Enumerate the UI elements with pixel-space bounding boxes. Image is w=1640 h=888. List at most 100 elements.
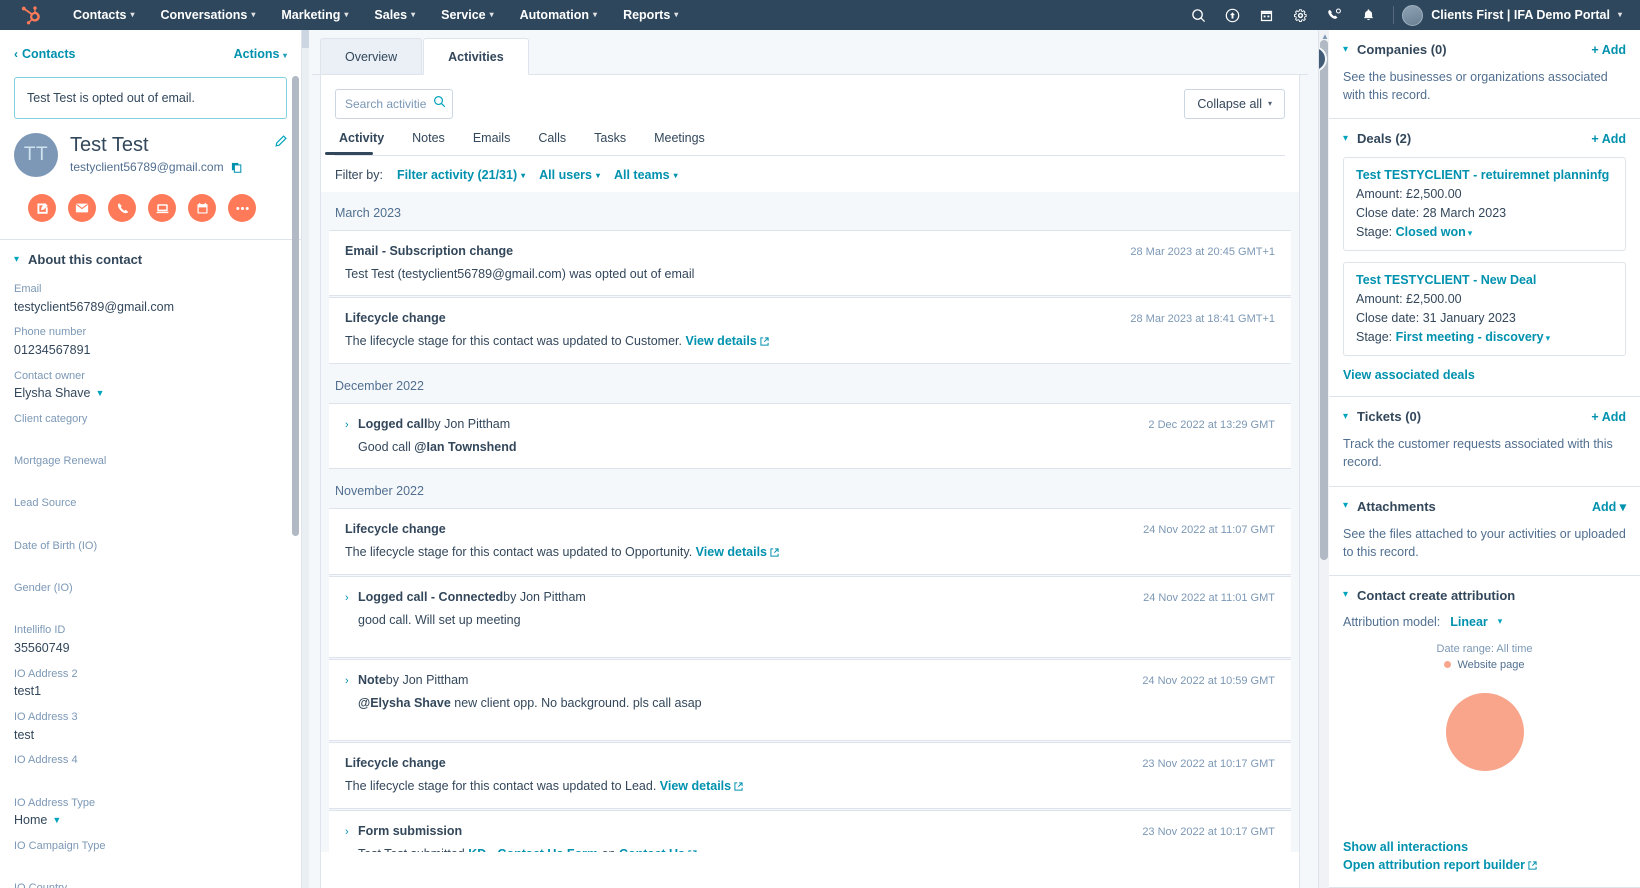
chevron-down-icon[interactable]: ▾ (1468, 228, 1473, 238)
property-value[interactable]: 01234567891 (14, 343, 287, 358)
nav-item-conversations[interactable]: Conversations ▾ (148, 0, 269, 30)
nav-item-contacts[interactable]: Contacts ▾ (60, 0, 148, 30)
activity-event[interactable]: › Logged call by Jon Pittham 2 Dec 2022 at… (329, 403, 1291, 469)
note-icon[interactable] (28, 194, 56, 222)
external-link-icon[interactable] (734, 780, 743, 794)
marketplace-icon[interactable] (1249, 0, 1283, 30)
property-value[interactable] (14, 471, 287, 485)
chevron-down-icon[interactable]: ▼ (52, 815, 61, 825)
activity-event[interactable]: Lifecycle change 24 Nov 2022 at 11:07 GMT… (329, 508, 1291, 575)
activity-event[interactable]: › Note by Jon Pittham 24 Nov 2022 at 10:59… (329, 659, 1291, 741)
property-value[interactable]: Elysha Shave ▼ (14, 386, 287, 401)
chevron-down-icon[interactable]: ▾ (1546, 333, 1551, 343)
activity-body-link[interactable]: View details (696, 545, 767, 559)
scrollbar-thumb[interactable] (302, 30, 309, 48)
back-to-contacts-link[interactable]: ‹ Contacts (14, 47, 75, 61)
search-icon[interactable] (1181, 0, 1215, 30)
deal-name-link[interactable]: Test TESTYCLIENT - New Deal (1356, 273, 1613, 287)
tab-overview[interactable]: Overview (320, 38, 423, 74)
subtab-tasks[interactable]: Tasks (580, 131, 640, 155)
nav-item-marketing[interactable]: Marketing ▾ (268, 0, 361, 30)
subtab-meetings[interactable]: Meetings (640, 131, 719, 155)
notifications-bell-icon[interactable] (1351, 0, 1385, 30)
center-scrollbar[interactable] (302, 30, 309, 888)
filter-users-dropdown[interactable]: All users ▾ (539, 168, 600, 182)
deal-card[interactable]: Test TESTYCLIENT - New Deal Amount: £2,50… (1343, 262, 1626, 357)
nav-item-service[interactable]: Service ▾ (428, 0, 507, 30)
property-value[interactable] (14, 856, 287, 870)
property-value[interactable] (14, 556, 287, 570)
more-icon[interactable] (228, 194, 256, 222)
deal-card[interactable]: Test TESTYCLIENT - retuiremnet planninfg… (1343, 157, 1626, 252)
activity-body-link[interactable]: View details (660, 779, 731, 793)
edit-contact-icon[interactable] (274, 135, 287, 153)
activity-event[interactable]: › Form submission 23 Nov 2022 at 10:17 GMT… (329, 810, 1291, 852)
settings-gear-icon[interactable] (1283, 0, 1317, 30)
card-toggle[interactable]: ▾ Tickets (0) (1343, 409, 1421, 424)
view-associated-deals-link[interactable]: View associated deals (1343, 368, 1626, 382)
deal-name-link[interactable]: Test TESTYCLIENT - retuiremnet planninfg (1356, 168, 1613, 182)
activity-body-mention[interactable]: @Ian Townshend (414, 440, 516, 454)
chevron-down-icon[interactable]: ▾ (1498, 616, 1503, 627)
subtab-notes[interactable]: Notes (398, 131, 459, 155)
collapse-all-button[interactable]: Collapse all ▾ (1184, 89, 1285, 119)
calling-icon[interactable] (1317, 0, 1351, 30)
call-icon[interactable] (108, 194, 136, 222)
activity-event[interactable]: › Logged call - Connected by Jon Pittham 2… (329, 576, 1291, 658)
nav-item-sales[interactable]: Sales ▾ (361, 0, 428, 30)
property-value[interactable]: test1 (14, 684, 287, 699)
chevron-down-icon[interactable]: ▼ (95, 388, 104, 398)
tab-activities[interactable]: Activities (423, 38, 529, 75)
nav-item-automation[interactable]: Automation ▾ (507, 0, 610, 30)
activity-event[interactable]: Lifecycle change 28 Mar 2023 at 18:41 GMT… (329, 297, 1291, 364)
activity-event[interactable]: Lifecycle change 23 Nov 2022 at 10:17 GMT… (329, 742, 1291, 809)
show-all-interactions-link[interactable]: Show all interactions (1343, 840, 1626, 854)
property-value[interactable] (14, 429, 287, 443)
property-value[interactable]: testyclient56789@gmail.com (14, 299, 287, 314)
open-attribution-report-builder-link[interactable]: Open attribution report builder (1343, 858, 1626, 873)
upgrade-icon[interactable] (1215, 0, 1249, 30)
attribution-model-value[interactable]: Linear (1450, 615, 1488, 629)
filter-activity-dropdown[interactable]: Filter activity (21/31) ▾ (397, 168, 525, 182)
chevron-right-icon[interactable]: › (345, 676, 358, 687)
chevron-right-icon[interactable]: › (345, 593, 358, 604)
scrollbar-thumb[interactable] (1320, 40, 1328, 560)
account-menu[interactable]: Clients First | IFA Demo Portal ▾ (1402, 4, 1628, 26)
activity-body-link[interactable]: KD - Contact Us Form (468, 847, 598, 852)
attribution-bubble[interactable] (1445, 692, 1524, 771)
deal-stage-value[interactable]: First meeting - discovery (1396, 330, 1544, 344)
sidebar-scrollbar[interactable] (292, 76, 299, 536)
card-add-button[interactable]: Add ▾ (1592, 499, 1626, 514)
external-link-icon[interactable] (770, 546, 779, 560)
card-add-button[interactable]: + Add (1591, 410, 1626, 424)
property-value[interactable]: Home ▼ (14, 813, 287, 828)
card-toggle[interactable]: ▾ Contact create attribution (1343, 588, 1515, 603)
external-link-icon[interactable] (688, 848, 697, 852)
property-value[interactable]: test (14, 727, 287, 742)
card-toggle[interactable]: ▾ Attachments (1343, 499, 1436, 514)
subtab-calls[interactable]: Calls (524, 131, 580, 155)
activity-event[interactable]: Email - Subscription change 28 Mar 2023 a… (329, 230, 1291, 296)
search-icon[interactable] (433, 95, 446, 113)
activity-body-link[interactable]: Contact Us (619, 847, 685, 852)
card-add-button[interactable]: + Add (1591, 43, 1626, 57)
meeting-icon[interactable] (188, 194, 216, 222)
email-icon[interactable] (68, 194, 96, 222)
search-activities-wrapper[interactable] (335, 89, 453, 119)
deal-stage-value[interactable]: Closed won (1396, 225, 1466, 239)
log-icon[interactable] (148, 194, 176, 222)
card-toggle[interactable]: ▾ Deals (2) (1343, 131, 1411, 146)
filter-teams-dropdown[interactable]: All teams ▾ (614, 168, 678, 182)
right-scrollbar[interactable]: ▲ (1319, 30, 1329, 888)
property-value[interactable] (14, 771, 287, 785)
property-value[interactable]: 35560749 (14, 641, 287, 656)
copy-icon[interactable] (231, 162, 242, 173)
nav-item-reports[interactable]: Reports ▾ (610, 0, 691, 30)
subtab-emails[interactable]: Emails (459, 131, 525, 155)
external-link-icon[interactable] (1528, 859, 1537, 873)
search-input[interactable] (345, 97, 427, 111)
activity-body-link[interactable]: View details (685, 334, 756, 348)
property-value[interactable] (14, 514, 287, 528)
actions-menu-button[interactable]: Actions ▾ (234, 47, 287, 61)
external-link-icon[interactable] (760, 335, 769, 349)
